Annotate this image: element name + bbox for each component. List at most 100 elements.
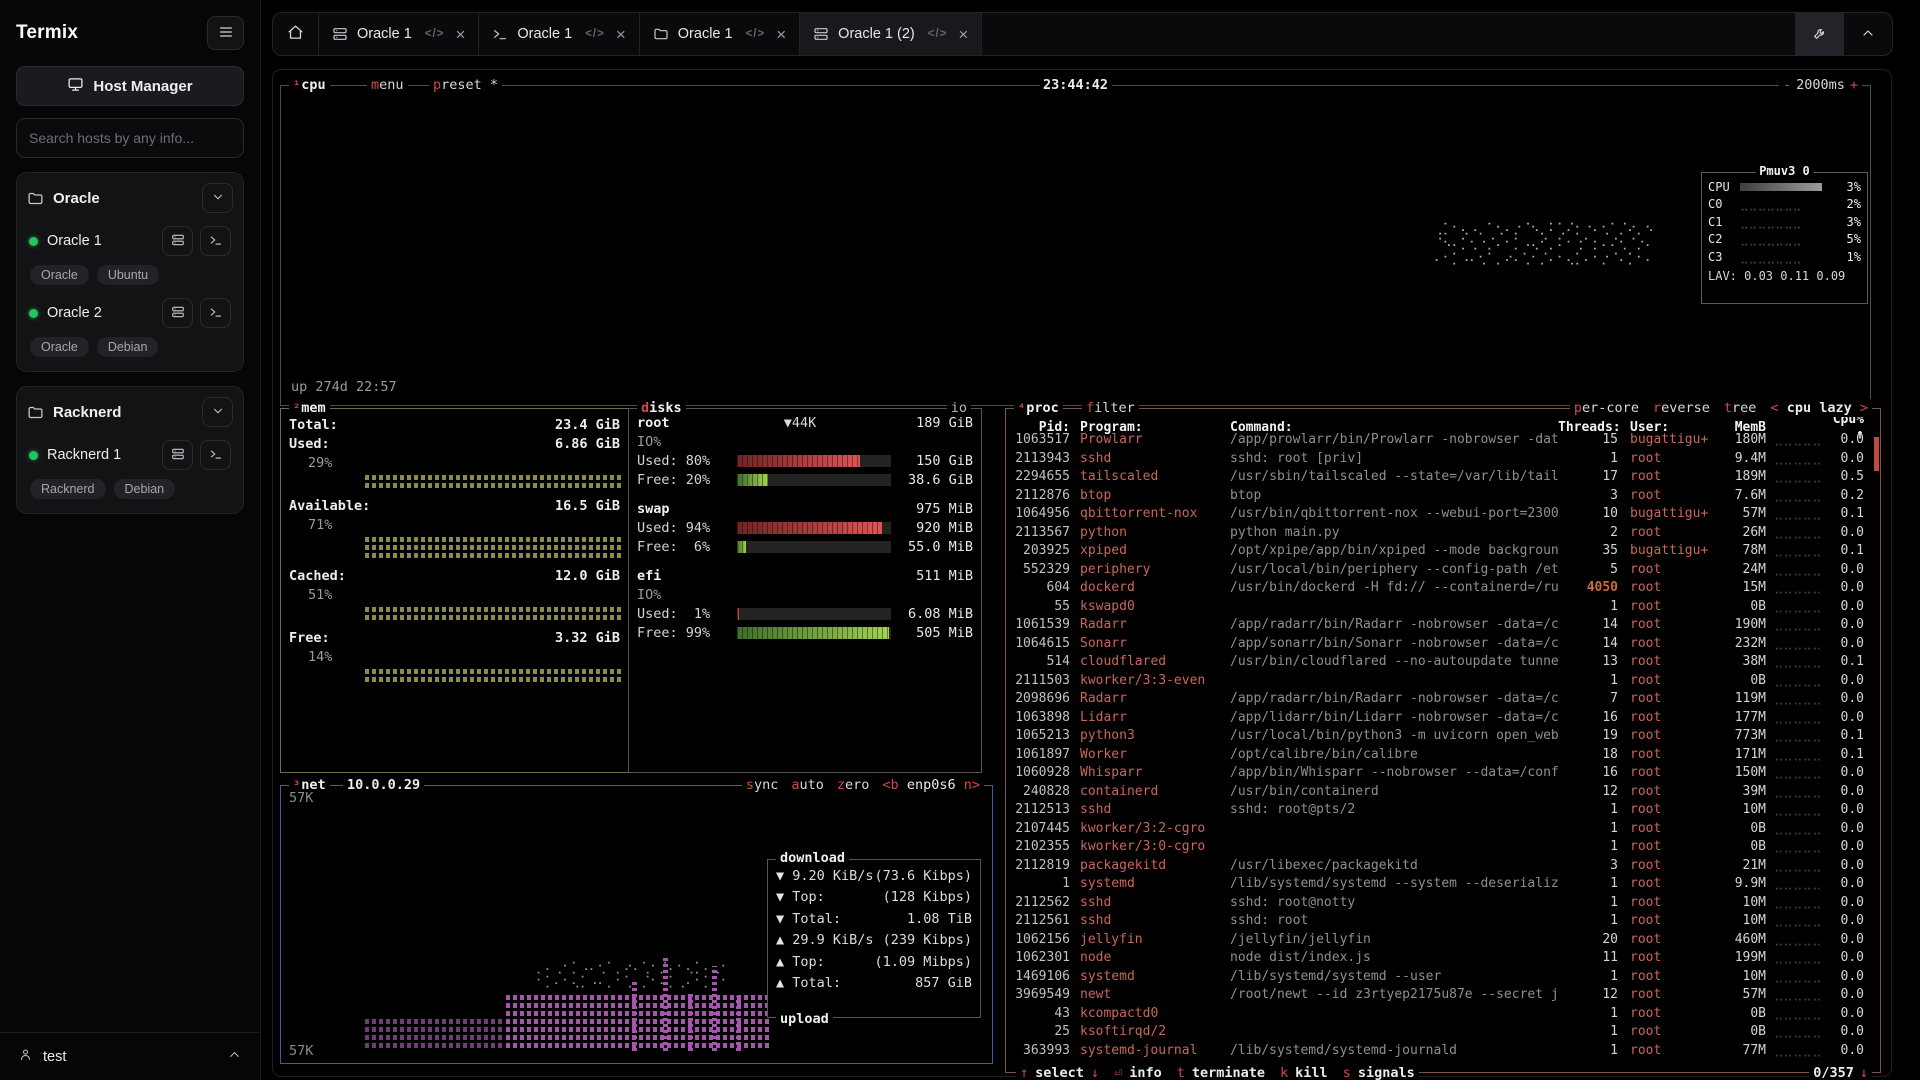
- process-row[interactable]: 1064615Sonarr/app/sonarr/bin/Sonarr -nob…: [1006, 634, 1880, 653]
- process-row[interactable]: 1060928Whisparr/app/bin/Whisparr --nobro…: [1006, 764, 1880, 783]
- process-row[interactable]: 1064956qbittorrent-nox/usr/bin/qbittorre…: [1006, 505, 1880, 524]
- host-terminal-button[interactable]: [200, 298, 231, 328]
- host-terminal-button[interactable]: [200, 440, 231, 470]
- process-row[interactable]: 2113943sshdsshd: root [priv]1root9.4M⣀⣀⣀…: [1006, 449, 1880, 468]
- tab-close-button[interactable]: ×: [455, 26, 465, 43]
- process-row[interactable]: 1062156jellyfin/jellyfin/jellyfin20root4…: [1006, 930, 1880, 949]
- refresh-rate-control[interactable]: -2000ms+: [1779, 76, 1862, 94]
- process-row[interactable]: 1systemd/lib/systemd/systemd --system --…: [1006, 875, 1880, 894]
- process-row[interactable]: 25ksoftirqd/21root0B⣀⣀⣀⣀⣀0.0: [1006, 1023, 1880, 1042]
- host-group-header[interactable]: Racknerd: [27, 397, 233, 427]
- host-manager-button[interactable]: Host Manager: [16, 66, 244, 106]
- process-row[interactable]: 363993systemd-journal/lib/systemd/system…: [1006, 1041, 1880, 1060]
- process-row[interactable]: 203925xpiped/opt/xpipe/app/bin/xpiped --…: [1006, 542, 1880, 561]
- search-input[interactable]: [16, 118, 244, 158]
- group-collapse-button[interactable]: [202, 397, 233, 427]
- disks-panel-title: disks: [637, 399, 686, 417]
- process-row[interactable]: 1061539Radarr/app/radarr/bin/Radarr -nob…: [1006, 616, 1880, 635]
- process-row[interactable]: 2107445kworker/3:2-cgro1root0B⣀⣀⣀⣀⣀0.0: [1006, 819, 1880, 838]
- process-row[interactable]: 55kswapd01root0B⣀⣀⣀⣀⣀0.0: [1006, 597, 1880, 616]
- proc-filter-button[interactable]: filter: [1082, 399, 1139, 417]
- host-group-header[interactable]: Oracle: [27, 183, 233, 213]
- home-button[interactable]: [273, 13, 319, 55]
- io-tab[interactable]: io: [947, 399, 971, 417]
- process-row[interactable]: 2098696Radarr/app/radarr/bin/Radarr -nob…: [1006, 690, 1880, 709]
- sidebar-menu-button[interactable]: [207, 16, 244, 50]
- host-connect-button[interactable]: [162, 440, 193, 470]
- preset-button[interactable]: preset *: [429, 76, 502, 94]
- process-row[interactable]: 43kcompactd01root0B⣀⣀⣀⣀⣀0.0: [1006, 1004, 1880, 1023]
- tab-oracle-1[interactable]: Oracle 1</>×: [640, 13, 800, 55]
- process-row[interactable]: 1063898Lidarr/app/lidarr/bin/Lidarr -nob…: [1006, 708, 1880, 727]
- mem-graph: [365, 475, 622, 488]
- cpu-graph: ⢀⡁⠂⢄⠠⡀⠁⢂⠄⡐⠈⠢⡀⠅⢁⠌⡂⠐⠄⢂⠁⡈⠔⡀⠢ ⠈⠢⠄⡁⢂⠐⡈⠄⠂⡁⠠⢄⠊⡀…: [1434, 222, 1654, 267]
- terminate-action[interactable]: terminate: [1192, 1064, 1265, 1080]
- server-icon: [171, 447, 185, 464]
- proc-scrollbar[interactable]: [1874, 437, 1879, 471]
- process-row[interactable]: 2113567pythonpython main.py2root26M⣀⣀⣀⣀⣀…: [1006, 523, 1880, 542]
- split-view-icon[interactable]: </>: [928, 28, 948, 40]
- tab-oracle-1-2-[interactable]: Oracle 1 (2)</>×: [800, 13, 982, 55]
- net-interface-switcher[interactable]: <b enp0s6 n>: [882, 776, 980, 794]
- proc-tree-toggle[interactable]: tree: [1724, 399, 1757, 417]
- mem-stat-percent: 51%: [281, 585, 628, 604]
- process-row[interactable]: 552329periphery/usr/local/bin/periphery …: [1006, 560, 1880, 579]
- process-row[interactable]: 2111503kworker/3:3-even1root0B⣀⣀⣀⣀⣀0.0: [1006, 671, 1880, 690]
- kill-action[interactable]: kill: [1295, 1064, 1328, 1080]
- tab-close-button[interactable]: ×: [776, 26, 786, 43]
- menu-button[interactable]: menu: [367, 76, 408, 94]
- host-status-dot: [29, 451, 38, 460]
- tab-oracle-1[interactable]: Oracle 1</>×: [319, 13, 479, 55]
- info-action[interactable]: info: [1129, 1064, 1162, 1080]
- process-row[interactable]: 1065213python3/usr/local/bin/python3 -m …: [1006, 727, 1880, 746]
- net-stat-row: ▼ Total:1.08 TiB: [768, 908, 980, 930]
- sidebar-footer-user[interactable]: test: [0, 1032, 260, 1080]
- select-down-key[interactable]: ↓: [1091, 1064, 1099, 1080]
- host-terminal-button[interactable]: [200, 226, 231, 256]
- proc-per-core-toggle[interactable]: per-core: [1574, 399, 1639, 417]
- process-row[interactable]: 2112562sshdsshd: root@notty1root10M⣀⣀⣀⣀⣀…: [1006, 893, 1880, 912]
- net-sync-toggle[interactable]: sync: [746, 776, 779, 794]
- host-item[interactable]: Oracle 1OracleUbuntu: [27, 224, 233, 285]
- net-zero-toggle[interactable]: zero: [837, 776, 870, 794]
- process-row[interactable]: 1061897Worker/opt/calibre/bin/calibre18r…: [1006, 745, 1880, 764]
- net-auto-toggle[interactable]: auto: [791, 776, 824, 794]
- process-row[interactable]: 1063517Prowlarr/app/prowlarr/bin/Prowlar…: [1006, 431, 1880, 450]
- process-row[interactable]: 240828containerd/usr/bin/containerd12roo…: [1006, 782, 1880, 801]
- process-row[interactable]: 2112513sshdsshd: root@pts/21root10M⣀⣀⣀⣀⣀…: [1006, 801, 1880, 820]
- proc-sort-switcher[interactable]: < cpu lazy >: [1770, 399, 1868, 417]
- process-row[interactable]: 2294655tailscaled/usr/sbin/tailscaled --…: [1006, 468, 1880, 487]
- host-connect-button[interactable]: [162, 298, 193, 328]
- proc-reverse-toggle[interactable]: reverse: [1653, 399, 1710, 417]
- split-view-icon[interactable]: </>: [585, 28, 605, 40]
- net-ip: 10.0.0.29: [343, 776, 424, 794]
- terminal-view[interactable]: ¹cpu menu preset * 23:44:42 -2000ms+ ⢀⡁⠂…: [272, 69, 1892, 1077]
- pmu-box: Pmuv3 0 CPU3%C0⣀⣀⣀⣀⣀⣀⣀2%C1⣀⣀⣀⣀⣀⣀⣀3%C2⣀⣀⣀…: [1701, 172, 1868, 304]
- process-row[interactable]: 2112819packagekitd/usr/libexec/packageki…: [1006, 856, 1880, 875]
- split-view-icon[interactable]: </>: [746, 28, 766, 40]
- process-row[interactable]: 2102355kworker/3:0-cgro1root0B⣀⣀⣀⣀⣀0.0: [1006, 838, 1880, 857]
- process-row[interactable]: 604dockerd/usr/bin/dockerd -H fd:// --co…: [1006, 579, 1880, 598]
- server-icon: [332, 26, 348, 42]
- select-action[interactable]: select: [1035, 1064, 1084, 1080]
- tab-close-button[interactable]: ×: [616, 26, 626, 43]
- host-manager-label: Host Manager: [93, 78, 192, 95]
- disks-panel: disks io root▼44K189 GiBIO%Used: 80%150 …: [628, 408, 982, 773]
- group-collapse-button[interactable]: [202, 183, 233, 213]
- split-view-icon[interactable]: </>: [425, 28, 445, 40]
- process-row[interactable]: 2112561sshdsshd: root1root10M⣀⣀⣀⣀⣀0.0: [1006, 912, 1880, 931]
- select-up-key[interactable]: ↑: [1020, 1064, 1028, 1080]
- process-row[interactable]: 1062301nodenode dist/index.js11root199M⣀…: [1006, 949, 1880, 968]
- host-item[interactable]: Oracle 2OracleDebian: [27, 296, 233, 357]
- process-row[interactable]: 3969549newt/root/newt --id z3rtyep2175u8…: [1006, 986, 1880, 1005]
- collapse-tabbar-button[interactable]: [1844, 13, 1892, 55]
- process-row[interactable]: 1469106systemd/lib/systemd/systemd --use…: [1006, 967, 1880, 986]
- tab-oracle-1[interactable]: Oracle 1</>×: [479, 13, 639, 55]
- process-row[interactable]: 514cloudflared/usr/bin/cloudflared --no-…: [1006, 653, 1880, 672]
- tab-close-button[interactable]: ×: [958, 26, 968, 43]
- process-row[interactable]: 2112876btopbtop3root7.6M⣀⣀⣀⣀⣀0.2: [1006, 486, 1880, 505]
- host-connect-button[interactable]: [162, 226, 193, 256]
- host-item[interactable]: Racknerd 1RacknerdDebian: [27, 438, 233, 499]
- signals-action[interactable]: signals: [1358, 1064, 1415, 1080]
- admin-tools-button[interactable]: [1796, 13, 1844, 55]
